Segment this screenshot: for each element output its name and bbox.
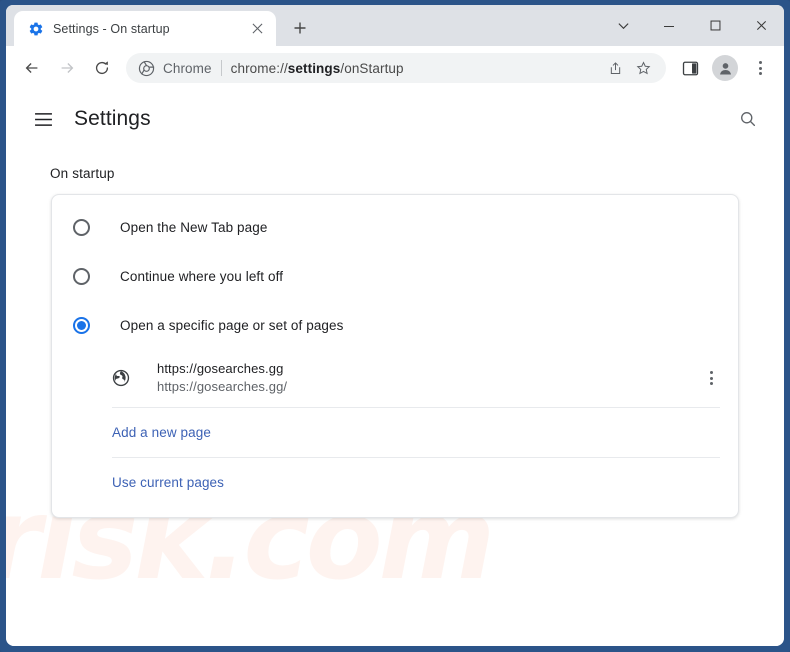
kebab-dot	[758, 61, 762, 64]
browser-window: Settings - On startup Chrome chrome://se…	[6, 5, 784, 646]
share-glyph	[610, 61, 620, 74]
radio-label: Continue where you left off	[120, 269, 284, 284]
omnibox-url: chrome://settings/onStartup	[231, 61, 593, 76]
star-glyph	[636, 60, 650, 74]
kebab-dot	[709, 371, 713, 374]
maximize-button[interactable]	[692, 5, 738, 46]
radio-option-continue[interactable]: Continue where you left off	[52, 252, 738, 301]
tab-title: Settings - On startup	[53, 21, 170, 36]
kebab-menu-icon	[747, 55, 773, 81]
bookmark-star-icon[interactable]	[630, 55, 656, 81]
maximize-icon	[710, 20, 720, 31]
startup-page-url: https://gosearches.gg/	[157, 379, 288, 394]
add-new-page-row[interactable]: Add a new page	[52, 408, 738, 457]
radio-button[interactable]	[73, 268, 90, 285]
kebab-dot	[709, 382, 713, 385]
kebab-dot	[709, 376, 713, 380]
new-tab-button[interactable]	[285, 13, 315, 43]
person-icon	[719, 62, 731, 74]
settings-header: Settings	[6, 90, 784, 148]
url-suffix: /onStartup	[340, 60, 404, 76]
chevron-down-icon	[617, 23, 629, 30]
startup-page-row: https://gosearches.gg https://gosearches…	[52, 350, 738, 407]
url-prefix: chrome://	[230, 60, 288, 76]
reload-button[interactable]	[85, 51, 119, 85]
startup-page-menu-icon[interactable]	[698, 365, 724, 391]
browser-window-frame: Settings - On startup Chrome chrome://se…	[0, 0, 790, 652]
use-current-pages-link[interactable]: Use current pages	[112, 475, 224, 490]
back-button[interactable]	[15, 51, 49, 85]
on-startup-card: Open the New Tab page Continue where you…	[51, 194, 739, 518]
radio-button-selected[interactable]	[73, 317, 90, 334]
close-window-button[interactable]	[738, 5, 784, 46]
minimize-button[interactable]	[646, 5, 692, 46]
tab-strip: Settings - On startup	[6, 5, 784, 46]
radio-label: Open a specific page or set of pages	[120, 318, 344, 333]
side-panel-icon	[682, 61, 698, 75]
profile-button[interactable]	[708, 51, 742, 85]
close-glyph	[252, 23, 262, 34]
radio-label: Open the New Tab page	[120, 220, 268, 235]
close-icon	[756, 20, 766, 31]
section-label-on-startup: On startup	[50, 166, 115, 181]
arrow-left-icon	[25, 63, 38, 73]
settings-page: PC risk.com Settings On startup Open th	[6, 90, 784, 646]
address-bar[interactable]: Chrome chrome://settings/onStartup	[126, 53, 666, 83]
arrow-right-icon	[61, 63, 74, 73]
navigation-toolbar: Chrome chrome://settings/onStartup	[6, 46, 784, 90]
chrome-chip: Chrome	[138, 60, 212, 77]
forward-button	[50, 51, 84, 85]
side-panel-button[interactable]	[673, 51, 707, 85]
chrome-menu-button[interactable]	[743, 51, 777, 85]
hamburger-menu-icon[interactable]	[28, 104, 58, 134]
search-icon[interactable]	[732, 103, 764, 135]
omnibox-separator	[220, 60, 222, 76]
share-icon[interactable]	[602, 55, 628, 81]
page-title: Settings	[74, 107, 151, 130]
reload-icon	[95, 61, 109, 75]
tab-settings[interactable]: Settings - On startup	[14, 11, 276, 46]
chrome-chip-label: Chrome	[163, 60, 212, 76]
close-icon[interactable]	[248, 20, 266, 38]
gear-icon	[29, 22, 43, 35]
globe-icon	[112, 369, 130, 387]
url-bold-segment: settings	[287, 60, 341, 76]
add-new-page-link[interactable]: Add a new page	[112, 425, 211, 440]
minimize-icon	[664, 25, 674, 27]
kebab-dot	[758, 66, 762, 70]
plus-icon	[294, 22, 306, 34]
omnibox-actions	[602, 55, 656, 81]
radio-option-specific-pages[interactable]: Open a specific page or set of pages	[52, 301, 738, 350]
radio-button[interactable]	[73, 219, 90, 236]
radio-option-new-tab[interactable]: Open the New Tab page	[52, 203, 738, 252]
hamburger-glyph	[34, 112, 52, 126]
use-current-pages-row[interactable]: Use current pages	[52, 458, 738, 507]
startup-page-texts: https://gosearches.gg https://gosearches…	[157, 360, 698, 396]
window-controls	[600, 5, 784, 46]
startup-page-title: https://gosearches.gg	[157, 361, 284, 376]
search-glyph	[741, 112, 756, 127]
avatar	[712, 55, 738, 81]
tab-search-button[interactable]	[600, 5, 646, 46]
kebab-dot	[758, 72, 762, 75]
chrome-logo-icon	[138, 60, 155, 76]
